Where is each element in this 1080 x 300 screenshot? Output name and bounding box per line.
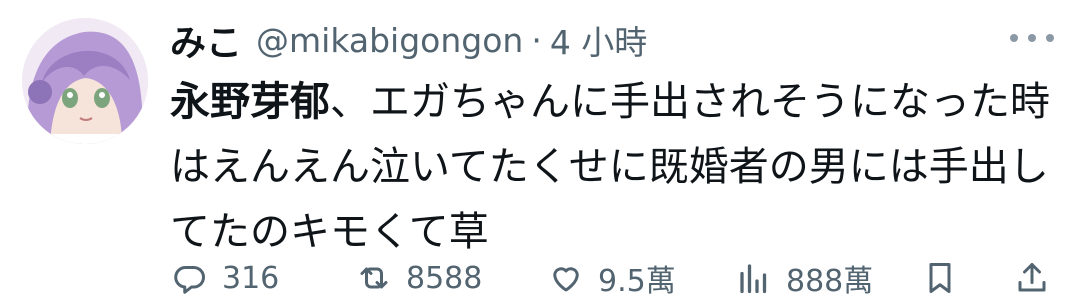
more-dot — [1010, 34, 1018, 42]
user-handle[interactable]: @mikabigongon — [256, 21, 523, 60]
retweet-button[interactable]: 8588 — [356, 258, 482, 298]
action-bar: 316 8588 9.5萬 888萬 — [0, 258, 1080, 299]
reply-icon — [174, 266, 205, 294]
share-button[interactable] — [1014, 258, 1050, 298]
retweet-icon — [360, 267, 388, 289]
tweet-mention: 永野芽郁 — [170, 79, 330, 125]
like-count: 9.5萬 — [598, 264, 676, 299]
display-name[interactable]: みこ — [170, 14, 242, 66]
views-button[interactable]: 888萬 — [736, 258, 874, 299]
views-icon — [740, 264, 767, 294]
like-icon — [553, 267, 579, 292]
retweet-count: 8588 — [406, 260, 483, 296]
share-icon — [1018, 263, 1046, 292]
reply-count: 316 — [222, 260, 280, 296]
like-button[interactable]: 9.5萬 — [548, 258, 676, 299]
tweet-text: 永野芽郁、エガちゃんに手出されそうになった時はえんえん泣いてたくせに既婚者の男に… — [170, 70, 1060, 265]
reply-button[interactable]: 316 — [172, 258, 279, 298]
more-dot — [1046, 34, 1054, 42]
more-dot — [1028, 34, 1036, 42]
views-count: 888萬 — [786, 264, 874, 299]
timestamp[interactable]: 4 小時 — [550, 16, 648, 64]
more-icon[interactable] — [1010, 26, 1054, 50]
avatar[interactable] — [22, 18, 148, 144]
tweet-header: みこ @mikabigongon · 4 小時 — [170, 14, 647, 66]
bookmark-icon — [929, 263, 951, 293]
bookmark-button[interactable] — [922, 258, 958, 298]
separator: · — [531, 20, 542, 60]
